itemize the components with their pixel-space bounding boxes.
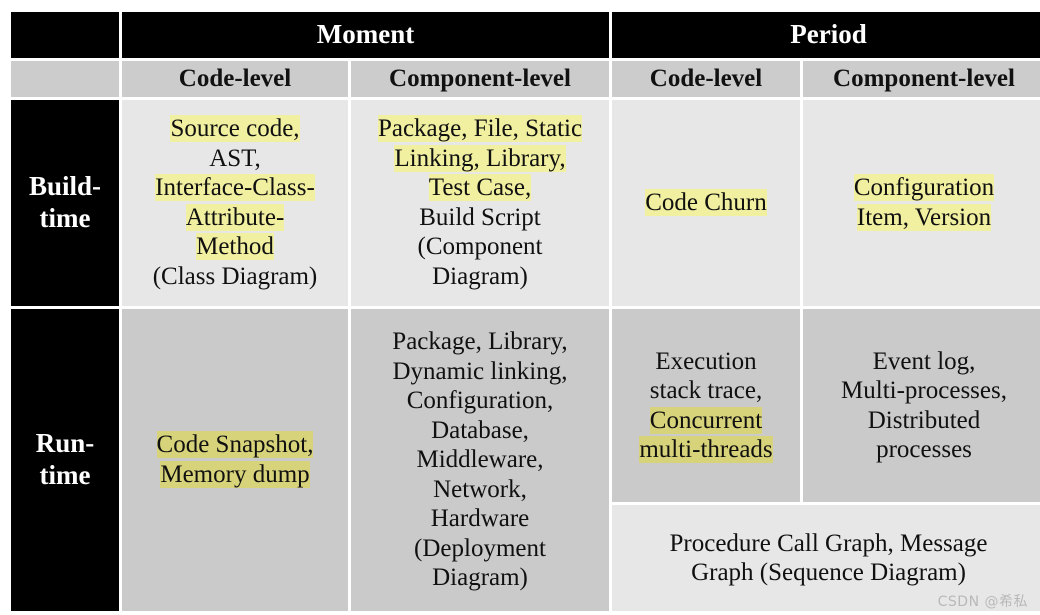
- highlighted-text: Code Snapshot,: [156, 431, 314, 459]
- header-row-primary: Moment Period: [11, 12, 1040, 58]
- header-period-component-level: Component-level: [803, 61, 1040, 97]
- table-figure: Moment Period Code-level Component-level…: [0, 0, 1040, 615]
- highlighted-text: Item, Version: [856, 203, 992, 231]
- header-corner-cell: [11, 12, 119, 58]
- highlighted-text: Interface-Class-: [155, 174, 315, 202]
- cell-run-time-period-component-level: Event log, Multi-processes, Distributed pro…: [803, 308, 1040, 503]
- cell-run-time-moment-code-level: Code Snapshot, Memory dump: [122, 308, 348, 611]
- cell-run-time-period-code-level: Execution stack trace, Concurrent multi-thr…: [612, 308, 800, 503]
- highlighted-text: multi-threads: [639, 436, 773, 464]
- highlighted-text: Concurrent: [649, 406, 763, 434]
- comparison-matrix-table: Moment Period Code-level Component-level…: [8, 9, 1040, 614]
- row-label-build-time: Build-time: [11, 100, 119, 306]
- highlighted-text: Memory dump: [160, 460, 310, 488]
- highlighted-text: Code Churn: [645, 189, 767, 217]
- header-corner-cell-secondary: [11, 61, 119, 97]
- row-label-run-time: Run-time: [11, 308, 119, 611]
- cell-build-time-period-component-level: Configuration Item, Version: [803, 100, 1040, 306]
- cell-build-time-moment-component-level: Package, File, Static Linking, Library, Te…: [351, 100, 609, 306]
- header-row-secondary: Code-level Component-level Code-level Co…: [11, 61, 1040, 97]
- table-row-build-time: Build-time Source code, AST, Interface-Cla…: [11, 100, 1040, 306]
- highlighted-text: Test Case,: [428, 174, 532, 202]
- table-row-run-time: Run-time Code Snapshot, Memory dump Packa…: [11, 308, 1040, 611]
- highlighted-text: Attribute-: [185, 203, 285, 231]
- cell-build-time-period-code-level: Code Churn: [612, 100, 800, 306]
- csdn-watermark: CSDN @希私: [937, 594, 1028, 610]
- header-moment-component-level: Component-level: [351, 61, 609, 97]
- highlighted-text: Package, File, Static: [377, 115, 583, 143]
- cell-build-time-moment-code-level: Source code, AST, Interface-Class- Attribut…: [122, 100, 348, 306]
- header-moment-code-level: Code-level: [122, 61, 348, 97]
- cell-run-time-moment-component-level: Package, Library, Dynamic linking, Configu…: [351, 308, 609, 611]
- highlighted-text: Method: [196, 233, 274, 261]
- header-moment: Moment: [122, 12, 609, 58]
- highlighted-text: Source code,: [170, 115, 300, 143]
- header-period: Period: [612, 12, 1040, 58]
- highlighted-text: Configuration: [853, 174, 995, 202]
- highlighted-text: Linking, Library,: [394, 144, 566, 172]
- header-period-code-level: Code-level: [612, 61, 800, 97]
